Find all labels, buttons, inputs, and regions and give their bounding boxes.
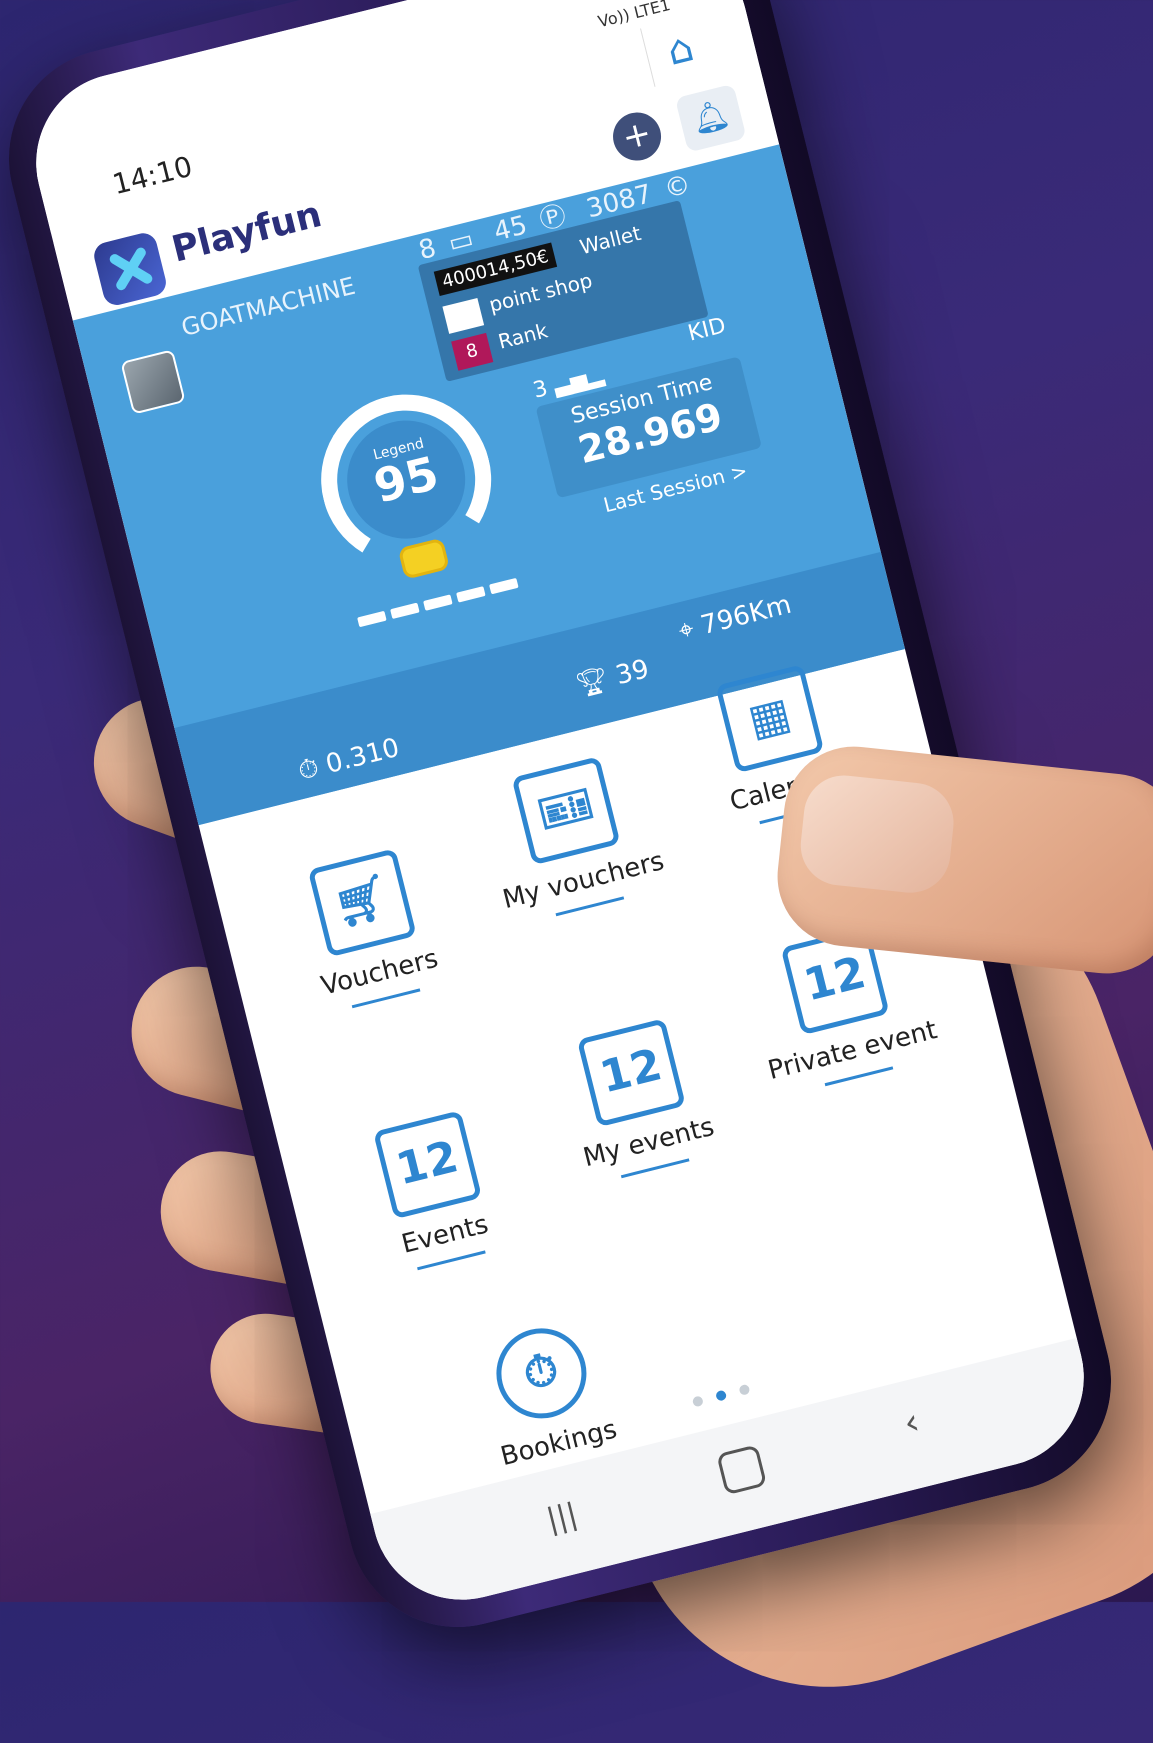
location-icon: ⌖	[675, 613, 698, 647]
credits-icon: ©	[661, 169, 694, 205]
page-dot-active[interactable]	[715, 1389, 728, 1402]
progress-segment	[489, 577, 519, 595]
distance-stat: ⌖ 796Km	[676, 590, 795, 648]
level-progress-bars	[356, 572, 526, 632]
app-name: Playfun	[167, 193, 326, 271]
status-time: 14:10	[109, 149, 196, 202]
back-button[interactable]: ‹	[900, 1401, 924, 1444]
progress-segment	[357, 610, 387, 628]
trophies-stat: 🏆︎ 39	[573, 654, 652, 701]
distance-value: 796Km	[697, 589, 795, 642]
menu-item-events[interactable]: 12 Events	[320, 1097, 549, 1286]
page-dot[interactable]	[691, 1395, 704, 1408]
home-icon: ⌂	[662, 24, 699, 75]
wallet-label[interactable]: Wallet	[577, 221, 643, 259]
rank-badge: 8	[451, 332, 494, 371]
rank-link[interactable]: Rank	[496, 318, 550, 353]
bell-icon: 🔔︎	[687, 96, 734, 140]
podium-value: 3	[530, 376, 551, 404]
stopwatch-icon: ⏱︎	[295, 752, 323, 787]
trophies-value: 39	[612, 654, 653, 692]
page-dot[interactable]	[738, 1383, 751, 1396]
calendar-cart-icon: 12	[373, 1110, 483, 1220]
point-shop-swatch	[442, 297, 485, 334]
app-logo	[91, 230, 169, 308]
calendar-helmet-icon: 12	[576, 1018, 686, 1128]
avatar[interactable]	[120, 349, 186, 415]
home-button[interactable]: ⌂	[640, 12, 720, 87]
tickets-icon: 🎫︎	[511, 756, 621, 866]
recents-button[interactable]: |||	[543, 1497, 581, 1538]
menu-item-my-vouchers[interactable]: 🎫︎ My vouchers	[458, 743, 687, 932]
system-home-button[interactable]	[716, 1444, 768, 1496]
thumb-nail	[796, 771, 958, 897]
cart-icon: 🛒︎	[307, 848, 417, 958]
progress-segment	[423, 594, 453, 611]
best-lap-stat: ⏱︎ 0.310	[295, 733, 402, 788]
best-lap-value: 0.310	[322, 732, 403, 780]
trophy-icon: 🏆︎	[572, 664, 612, 702]
progress-segment	[456, 586, 486, 603]
progress-segment	[390, 602, 420, 620]
notifications-button[interactable]: 🔔︎	[674, 83, 747, 153]
add-credits-button[interactable]: +	[607, 107, 667, 166]
stopwatch-cart-icon: ⏱︎	[486, 1318, 596, 1428]
menu-item-my-events[interactable]: 12 My events	[523, 1005, 752, 1194]
menu-item-vouchers[interactable]: 🛒︎ Vouchers	[254, 835, 483, 1024]
